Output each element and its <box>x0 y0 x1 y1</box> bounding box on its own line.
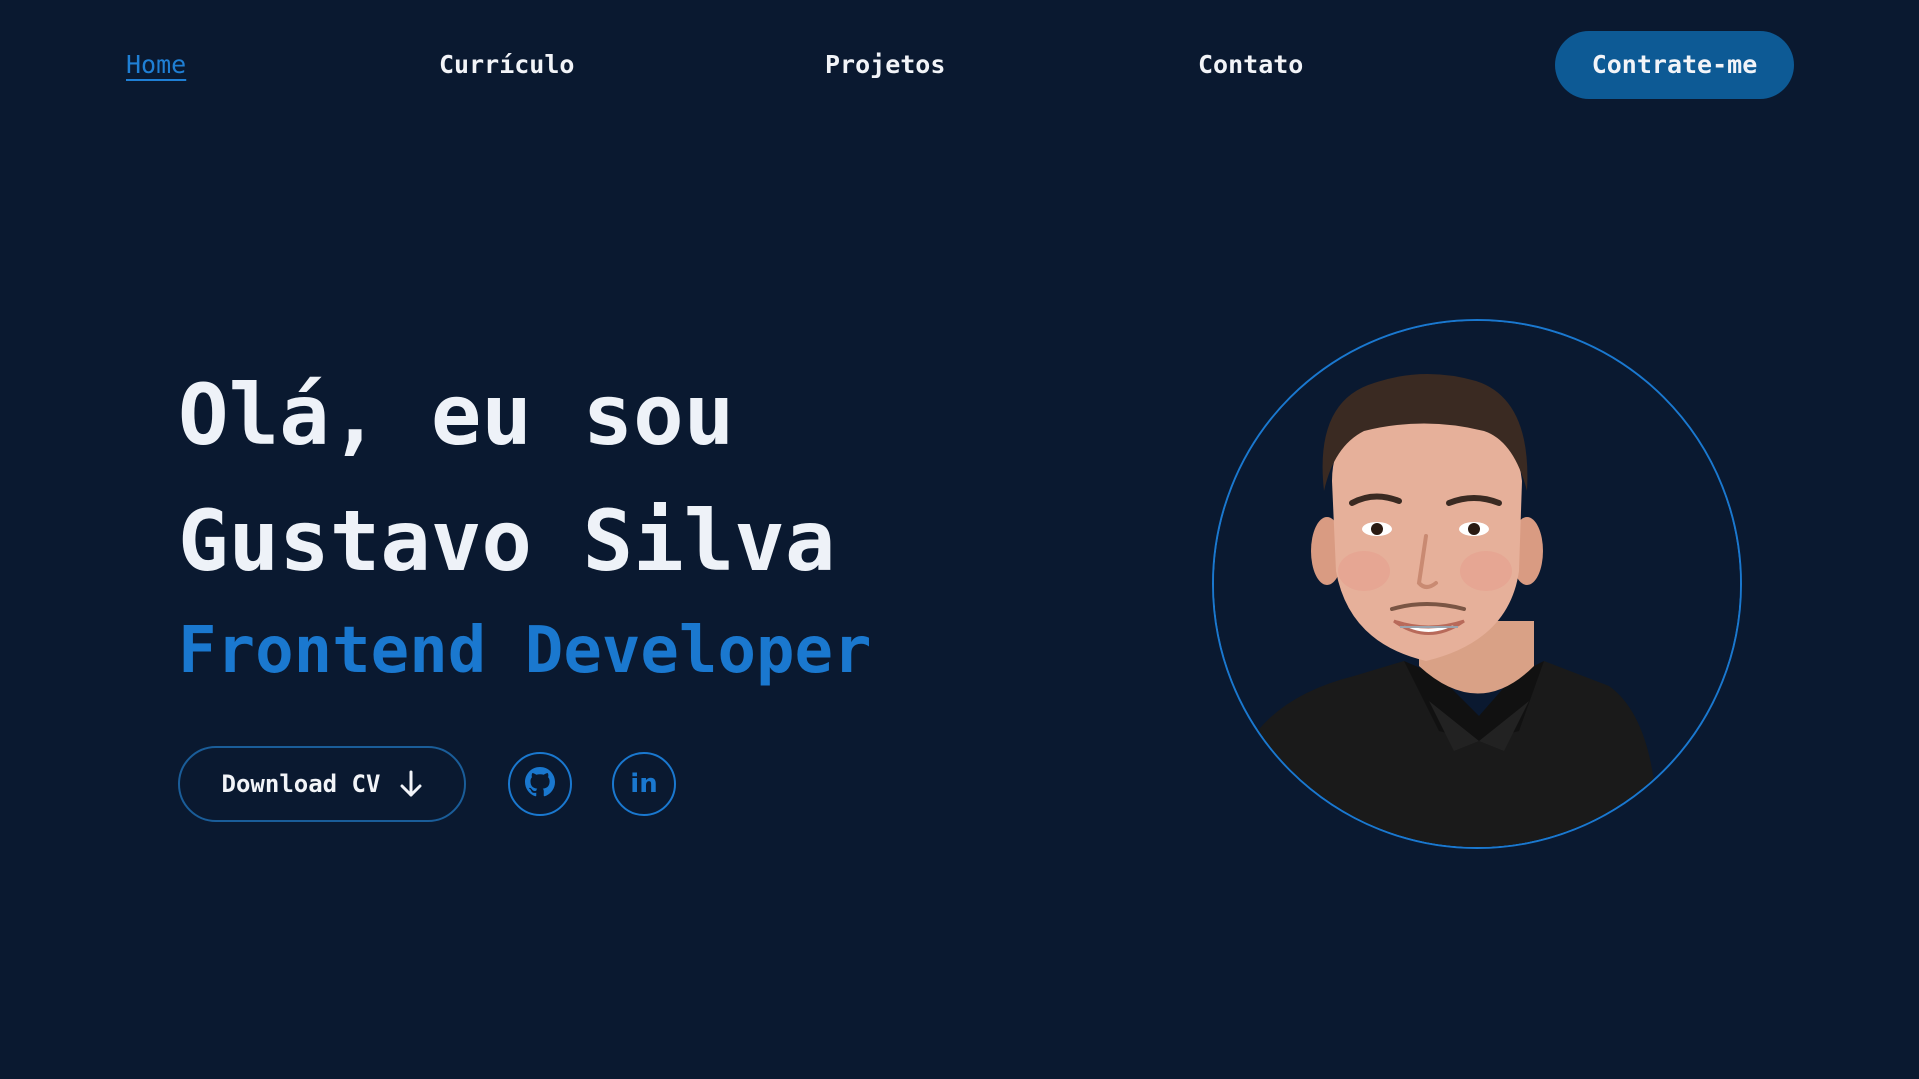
download-cv-button[interactable]: Download CV <box>178 746 466 822</box>
nav-link-contato[interactable]: Contato <box>1198 48 1303 82</box>
nav-link-home[interactable]: Home <box>126 48 186 82</box>
hero-heading: Olá, eu sou Gustavo Silva <box>178 352 835 604</box>
greeting-line-2: Gustavo Silva <box>178 492 836 590</box>
github-link[interactable] <box>508 752 572 816</box>
github-icon <box>525 767 555 801</box>
linkedin-link[interactable]: in <box>612 752 676 816</box>
nav-link-curriculo[interactable]: Currículo <box>439 48 574 82</box>
profile-photo <box>1212 319 1742 849</box>
nav-link-projetos[interactable]: Projetos <box>825 48 945 82</box>
greeting-line-1: Olá, eu sou <box>178 366 735 464</box>
top-nav: Home Currículo Projetos Contato Contrate… <box>0 0 1919 130</box>
download-cv-label: Download CV <box>221 770 381 798</box>
hire-button[interactable]: Contrate-me <box>1555 31 1794 99</box>
page: Home Currículo Projetos Contato Contrate… <box>0 0 1919 1079</box>
hero-role: Frontend Developer <box>178 614 872 688</box>
portrait-illustration <box>1214 321 1740 847</box>
linkedin-icon: in <box>630 769 658 799</box>
arrow-down-icon <box>400 770 422 798</box>
